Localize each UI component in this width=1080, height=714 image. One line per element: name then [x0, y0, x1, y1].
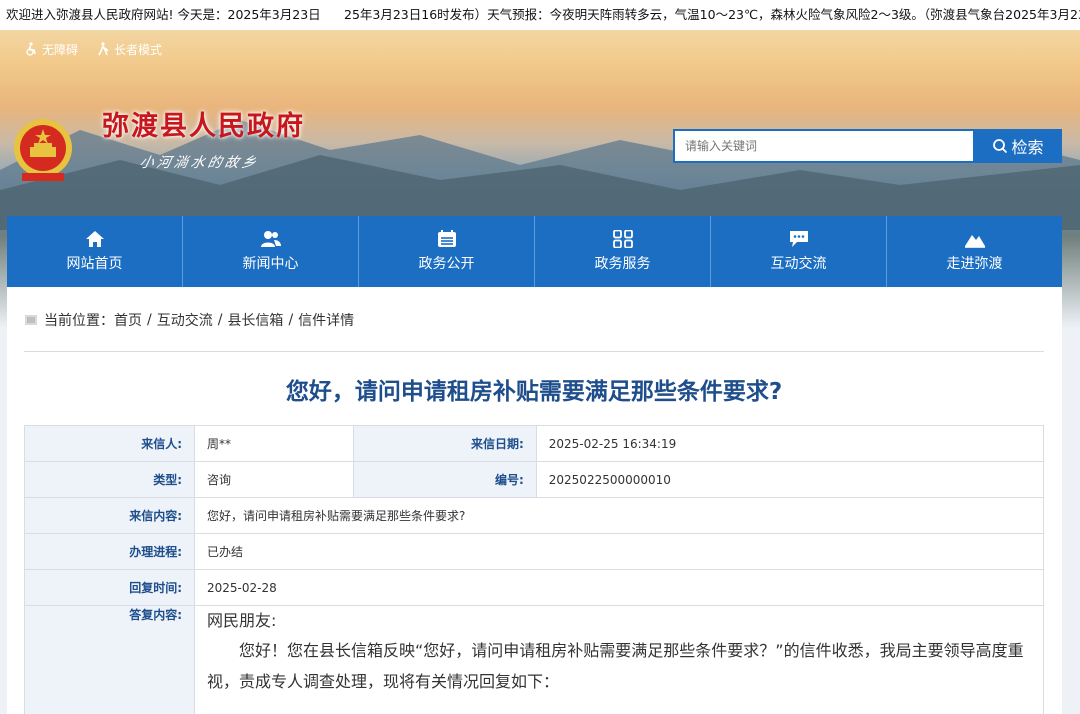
search-input[interactable]	[673, 129, 975, 163]
elder-person-icon	[98, 42, 109, 56]
nav-item-gov-affairs[interactable]: 政务公开	[359, 216, 535, 287]
letter-info-table: 来信人: 周** 来信日期: 2025-02-25 16:34:19 类型: 咨…	[24, 425, 1045, 714]
nav-item-label: 互动交流	[770, 256, 827, 272]
nav-item-home[interactable]: 网站首页	[7, 216, 183, 287]
barrier-free-link[interactable]: 无障碍	[24, 40, 78, 58]
nav-item-label: 走进弥渡	[946, 256, 1003, 272]
breadcrumb-home[interactable]: 首页	[114, 310, 142, 330]
content-value: 您好，请问申请租房补贴需要满足那些条件要求?	[194, 497, 1044, 534]
letter-title: 您好，请问申请租房补贴需要满足那些条件要求?	[285, 379, 783, 405]
content-label: 来信内容:	[24, 497, 195, 534]
reply-body: 您好！您在县长信箱反映“您好，请问申请租房补贴需要满足那些条件要求？”的信件收悉…	[207, 641, 1024, 691]
wheelchair-icon	[26, 42, 36, 56]
calendar-list-icon	[437, 230, 456, 247]
welcome-text: 欢迎进入弥渡县人民政府网站! 今天是：2025年3月23日	[6, 7, 321, 22]
number-label: 编号:	[352, 461, 537, 498]
elder-mode-label: 长者模式	[114, 42, 163, 57]
site-title: 弥渡县人民政府	[102, 111, 305, 142]
main-nav: 网站首页 新闻中心 政务公开 政务服务 互动交流 走进弥渡	[7, 216, 1062, 287]
breadcrumb-separator: /	[147, 312, 152, 328]
breadcrumb-interaction[interactable]: 互动交流	[157, 310, 213, 330]
announcement-ticker: 欢迎进入弥渡县人民政府网站! 今天是：2025年3月23日 25年3月23日16…	[0, 0, 1080, 30]
breadcrumb-separator: /	[288, 312, 294, 328]
nav-item-label: 政务服务	[594, 256, 651, 272]
people-icon	[260, 231, 281, 247]
sender-label: 来信人:	[24, 425, 195, 462]
breadcrumb-mayor-mailbox[interactable]: 县长信箱	[227, 310, 283, 330]
chat-bubble-icon	[789, 231, 808, 247]
table-row: 答复内容: 网民朋友: 您好！您在县长信箱反映“您好，请问申请租房补贴需要满足那…	[24, 605, 1044, 714]
type-value: 咨询	[194, 461, 354, 498]
nav-item-label: 网站首页	[66, 256, 123, 272]
nav-item-news[interactable]: 新闻中心	[183, 216, 359, 287]
type-label: 类型:	[24, 461, 195, 498]
home-icon	[85, 231, 104, 247]
divider	[24, 351, 1044, 352]
reply-label: 答复内容:	[24, 605, 195, 714]
progress-value: 已办结	[194, 533, 1044, 570]
nav-item-interaction[interactable]: 互动交流	[711, 216, 887, 287]
search-button-label: 检索	[1011, 138, 1044, 157]
search-icon	[993, 139, 1008, 154]
reply-time-label: 回复时间:	[24, 569, 195, 606]
reply-content: 网民朋友: 您好！您在县长信箱反映“您好，请问申请租房补贴需要满足那些条件要求？…	[194, 605, 1044, 714]
nav-item-gov-services[interactable]: 政务服务	[535, 216, 711, 287]
table-row: 回复时间: 2025-02-28	[24, 569, 1044, 606]
date-label: 来信日期:	[352, 425, 537, 462]
nav-item-about-midu[interactable]: 走进弥渡	[887, 216, 1062, 287]
nav-item-label: 政务公开	[418, 256, 475, 272]
location-icon	[25, 315, 37, 325]
date-value: 2025-02-25 16:34:19	[535, 425, 1045, 462]
nav-item-label: 新闻中心	[242, 256, 299, 272]
breadcrumb-current: 信件详情	[298, 313, 355, 329]
number-value: 2025022500000010	[535, 461, 1045, 498]
weather-forecast-text: 25年3月23日16时发布）天气预报：今夜明天阵雨转多云，气温10～23℃，森林…	[344, 7, 1080, 22]
table-row: 来信人: 周** 来信日期: 2025-02-25 16:34:19	[24, 425, 1045, 462]
search-button[interactable]: 检索	[974, 129, 1062, 163]
breadcrumb: 当前位置： 首页 / 互动交流 / 县长信箱 / 信件详情	[24, 311, 354, 329]
grid-apps-icon	[612, 230, 633, 248]
table-row: 办理进程: 已办结	[24, 533, 1044, 570]
mountain-icon	[964, 235, 985, 248]
progress-label: 办理进程:	[24, 533, 195, 570]
breadcrumb-prefix: 当前位置：	[44, 313, 114, 329]
site-slogan: 小河淌水的故乡	[138, 155, 261, 171]
reply-time-value: 2025-02-28	[194, 569, 1044, 606]
breadcrumb-separator: /	[217, 312, 223, 328]
table-row: 来信内容: 您好，请问申请租房补贴需要满足那些条件要求?	[24, 497, 1044, 534]
national-emblem-logo[interactable]	[12, 117, 74, 183]
table-row: 类型: 咨询 编号: 2025022500000010	[24, 461, 1045, 498]
barrier-free-label: 无障碍	[42, 42, 79, 57]
elder-mode-link[interactable]: 长者模式	[96, 40, 162, 58]
reply-greeting: 网民朋友:	[207, 611, 277, 630]
sender-value: 周**	[194, 425, 354, 462]
